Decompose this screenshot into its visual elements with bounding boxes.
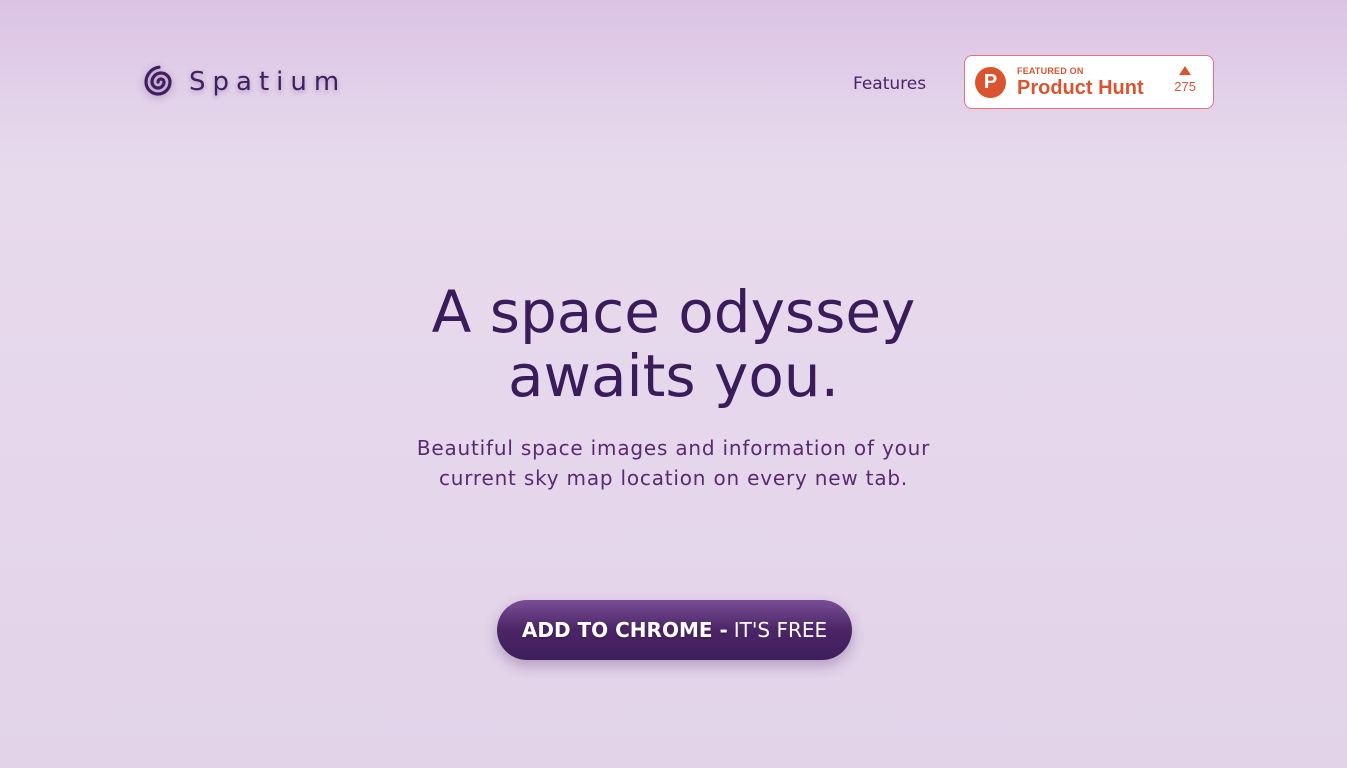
cta-light-label: IT'S FREE (733, 618, 828, 642)
product-hunt-icon: P (975, 66, 1006, 98)
hero-subtitle-line-2: current sky map location on every new ta… (438, 466, 909, 490)
cta-strong-label: ADD TO CHROME - (521, 618, 728, 642)
nav-link-features[interactable]: Features (853, 74, 926, 94)
brand-logo[interactable]: Spatium (143, 64, 346, 100)
add-to-chrome-button[interactable]: ADD TO CHROME - IT'S FREE (497, 600, 852, 660)
hero-title: A space odyssey awaits you. (0, 280, 1347, 408)
hero-subtitle: Beautiful space images and information o… (0, 433, 1347, 493)
hero-subtitle-line-1: Beautiful space images and information o… (416, 436, 931, 460)
product-hunt-badge[interactable]: P FEATURED ON Product Hunt 275 (964, 55, 1214, 109)
product-hunt-votes: 275 (1174, 66, 1196, 94)
spiral-logo-icon (144, 65, 172, 96)
upvote-arrow-icon (1179, 66, 1192, 75)
vote-count: 275 (1174, 79, 1196, 94)
hero-title-line-2: awaits you. (507, 342, 840, 410)
product-hunt-name: Product Hunt (1017, 76, 1144, 99)
product-hunt-text: FEATURED ON Product Hunt (1017, 65, 1144, 99)
hero-title-line-1: A space odyssey (431, 278, 916, 346)
product-hunt-featured-label: FEATURED ON (1017, 65, 1084, 76)
brand-name: Spatium (189, 67, 347, 97)
